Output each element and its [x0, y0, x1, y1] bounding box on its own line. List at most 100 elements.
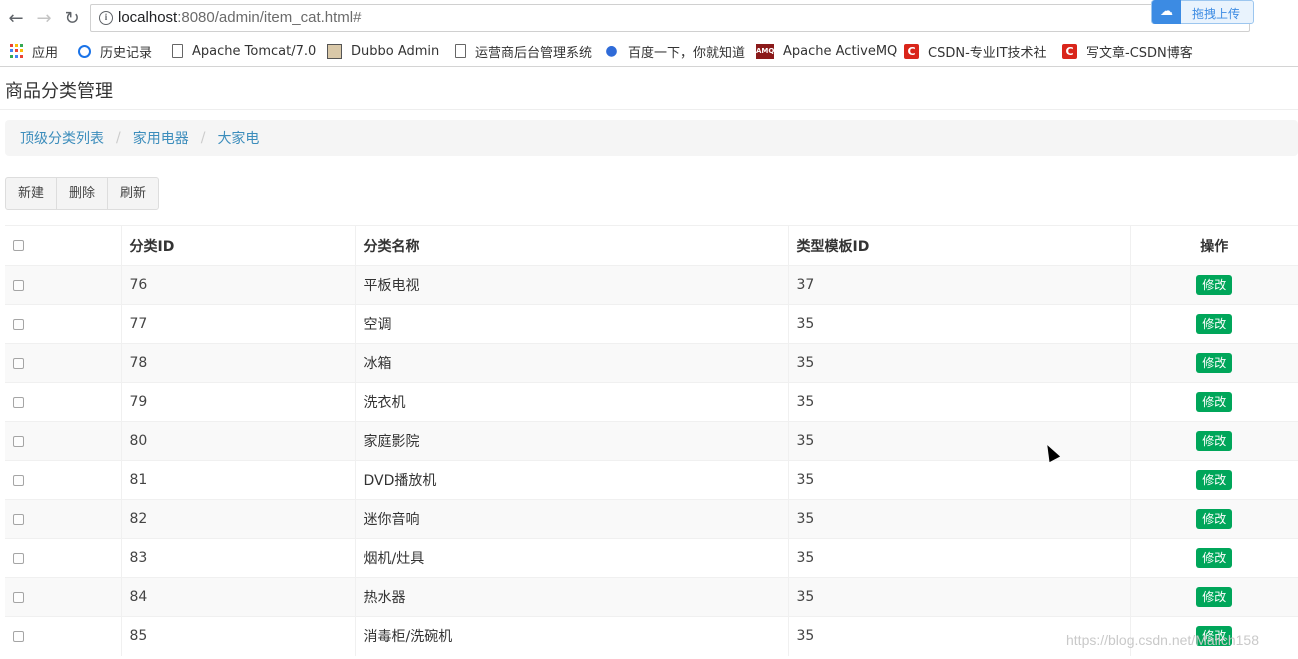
row-select-cell	[5, 538, 122, 578]
operations-cell: 修改	[1130, 538, 1298, 578]
category-name-cell: 迷你音响	[355, 499, 789, 539]
breadcrumb-large-appliances[interactable]: 大家电	[217, 128, 259, 148]
category-name-cell: 消毒柜/洗碗机	[355, 616, 789, 656]
row-checkbox[interactable]	[13, 474, 24, 486]
template-id-cell: 35	[788, 421, 1131, 461]
operations-cell: 修改	[1130, 265, 1298, 305]
edit-button[interactable]: 修改	[1196, 353, 1233, 373]
table-row: 76 平板电视 37 修改	[5, 265, 1298, 305]
table-row: 83 烟机/灶具 35 修改	[5, 538, 1298, 578]
refresh-button[interactable]: 刷新	[108, 178, 158, 209]
url-field[interactable]: i localhost:8080/admin/item_cat.html#	[90, 4, 1250, 32]
category-id-cell: 79	[121, 382, 356, 422]
title-divider	[0, 109, 1298, 110]
row-checkbox[interactable]	[13, 552, 24, 564]
csdn-icon: C	[904, 43, 919, 59]
bookmark-csdn[interactable]: C CSDN-专业IT技术社	[904, 42, 1047, 61]
category-name-cell: DVD播放机	[355, 460, 789, 500]
breadcrumb-appliances[interactable]: 家用电器	[133, 128, 189, 148]
row-checkbox[interactable]	[13, 357, 24, 369]
drag-upload-label: 拖拽上传	[1192, 7, 1241, 21]
category-id-cell: 77	[121, 304, 356, 344]
edit-button[interactable]: 修改	[1196, 275, 1233, 295]
image-icon	[327, 43, 342, 59]
row-checkbox[interactable]	[13, 630, 24, 642]
category-id-cell: 76	[121, 265, 356, 305]
edit-button[interactable]: 修改	[1196, 431, 1233, 451]
forward-arrow-icon[interactable]: →	[32, 6, 56, 30]
edit-button[interactable]: 修改	[1196, 314, 1233, 334]
delete-button[interactable]: 删除	[57, 178, 109, 209]
page-title: 商品分类管理	[5, 81, 113, 102]
edit-button[interactable]: 修改	[1196, 470, 1233, 490]
row-checkbox[interactable]	[13, 279, 24, 291]
bookmark-ops-admin[interactable]: 运营商后台管理系统	[455, 42, 592, 61]
header-template-id[interactable]: 类型模板ID	[788, 225, 1131, 266]
back-arrow-icon[interactable]: ←	[4, 6, 28, 30]
operations-cell: 修改	[1130, 460, 1298, 500]
row-select-cell	[5, 460, 122, 500]
category-name-cell: 平板电视	[355, 265, 789, 305]
template-id-cell: 35	[788, 538, 1131, 578]
activemq-icon: AMQ	[756, 43, 774, 59]
apps-grid-icon	[10, 43, 23, 59]
row-checkbox[interactable]	[13, 318, 24, 330]
breadcrumb-top-level[interactable]: 顶级分类列表	[20, 128, 104, 148]
edit-button[interactable]: 修改	[1196, 509, 1233, 529]
template-id-cell: 35	[788, 304, 1131, 344]
edit-button[interactable]: 修改	[1196, 587, 1233, 607]
header-category-id[interactable]: 分类ID	[121, 225, 356, 266]
history-icon	[78, 44, 91, 58]
drag-upload-widget[interactable]: ☁ 拖拽上传	[1151, 0, 1254, 24]
baidu-paw-icon: ●	[605, 42, 618, 59]
template-id-cell: 35	[788, 382, 1131, 422]
reload-icon[interactable]: ↻	[60, 6, 84, 30]
category-id-cell: 81	[121, 460, 356, 500]
row-select-cell	[5, 499, 122, 539]
table-row: 81 DVD播放机 35 修改	[5, 460, 1298, 500]
header-operations: 操作	[1130, 225, 1298, 266]
page-content: 商品分类管理 顶级分类列表 / 家用电器 / 大家电 新建 删除 刷新 分类ID…	[0, 68, 1298, 659]
table-row: 79 洗衣机 35 修改	[5, 382, 1298, 422]
page-icon	[455, 44, 466, 58]
category-id-cell: 84	[121, 577, 356, 617]
bookmark-dubbo-admin[interactable]: Dubbo Admin	[327, 42, 439, 60]
new-button[interactable]: 新建	[6, 178, 58, 209]
table-row: 78 冰箱 35 修改	[5, 343, 1298, 383]
table-row: 77 空调 35 修改	[5, 304, 1298, 344]
template-id-cell: 35	[788, 577, 1131, 617]
category-name-cell: 烟机/灶具	[355, 538, 789, 578]
toolbar: 新建 删除 刷新	[5, 177, 160, 210]
table-row: 84 热水器 35 修改	[5, 577, 1298, 617]
row-checkbox[interactable]	[13, 591, 24, 603]
url-text[interactable]: localhost:8080/admin/item_cat.html#	[118, 9, 361, 26]
bookmark-activemq[interactable]: AMQ Apache ActiveMQ	[756, 42, 897, 60]
info-icon[interactable]: i	[99, 11, 113, 25]
select-all-checkbox[interactable]	[13, 240, 24, 251]
category-name-cell: 热水器	[355, 577, 789, 617]
bookmark-apps[interactable]: 应用	[10, 42, 58, 61]
category-id-cell: 78	[121, 343, 356, 383]
category-name-cell: 空调	[355, 304, 789, 344]
category-id-cell: 85	[121, 616, 356, 656]
category-id-cell: 82	[121, 499, 356, 539]
operations-cell: 修改	[1130, 421, 1298, 461]
bookmark-tomcat[interactable]: Apache Tomcat/7.0	[172, 42, 316, 60]
edit-button[interactable]: 修改	[1196, 392, 1233, 412]
watermark: https://blog.csdn.net/Mallch158	[1066, 632, 1260, 648]
template-id-cell: 37	[788, 265, 1131, 305]
row-checkbox[interactable]	[13, 396, 24, 408]
table-row: 82 迷你音响 35 修改	[5, 499, 1298, 539]
row-checkbox[interactable]	[13, 513, 24, 525]
edit-button[interactable]: 修改	[1196, 548, 1233, 568]
cloud-icon: ☁	[1152, 0, 1181, 24]
row-checkbox[interactable]	[13, 435, 24, 447]
bookmark-history[interactable]: 历史记录	[78, 42, 152, 61]
row-select-cell	[5, 343, 122, 383]
table-row: 80 家庭影院 35 修改	[5, 421, 1298, 461]
breadcrumb: 顶级分类列表 / 家用电器 / 大家电	[5, 120, 1298, 156]
bookmark-baidu[interactable]: ● 百度一下，你就知道	[604, 42, 745, 61]
table-header-row: 分类ID 分类名称 类型模板ID 操作	[5, 225, 1298, 266]
header-category-name[interactable]: 分类名称	[355, 225, 789, 266]
bookmark-csdn-write[interactable]: C 写文章-CSDN博客	[1062, 42, 1193, 61]
